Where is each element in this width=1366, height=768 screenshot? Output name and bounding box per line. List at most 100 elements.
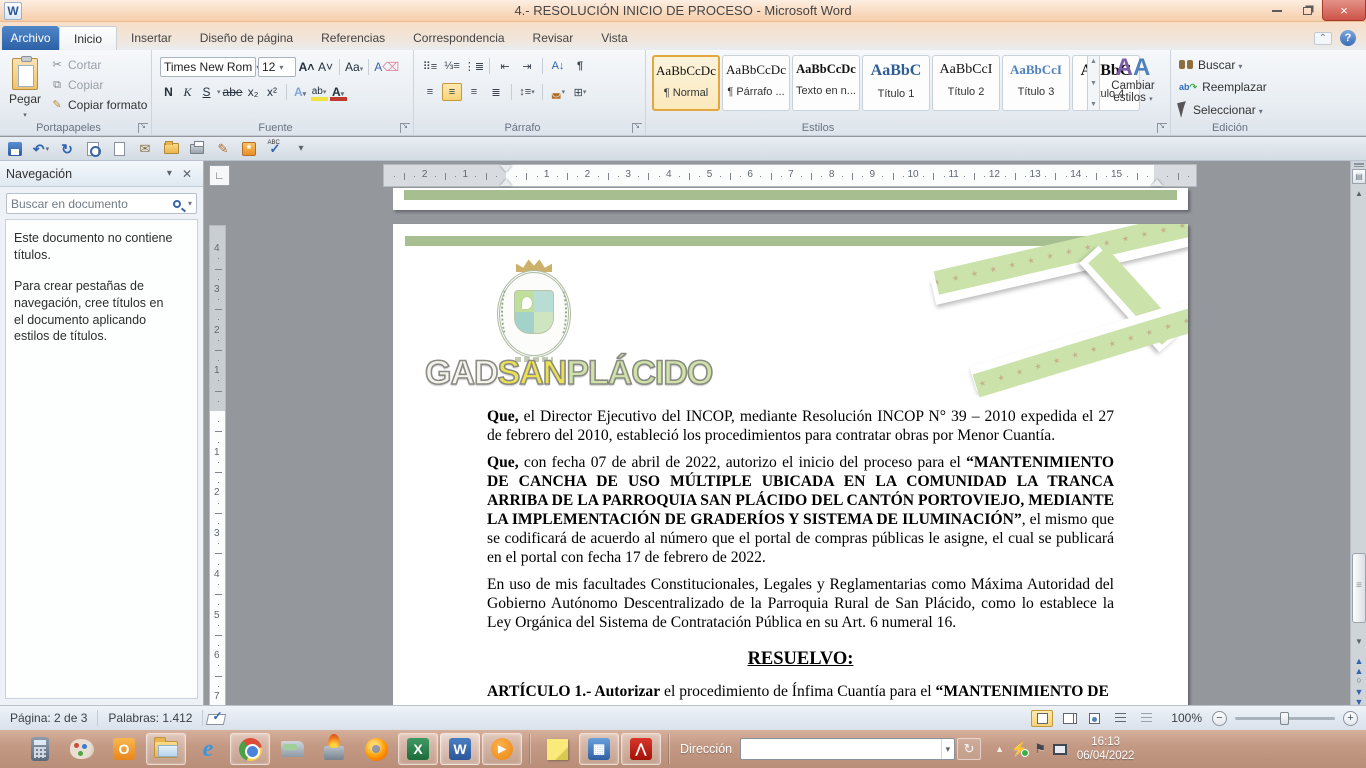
styles-gallery-scroll[interactable]: ▲▼▼ — [1087, 55, 1100, 111]
show-marks-button[interactable]: ¶ — [570, 57, 590, 75]
draft-view-button[interactable] — [1135, 710, 1157, 727]
style-titulo-3[interactable]: AaBbCcITítulo 3 — [1002, 55, 1070, 111]
new-document-button[interactable] — [110, 140, 128, 158]
mail-attachment-button[interactable]: ✉ — [136, 140, 154, 158]
print-layout-view-button[interactable] — [1031, 710, 1053, 727]
taskbar-scanner[interactable] — [272, 733, 312, 765]
print-preview-button[interactable] — [84, 140, 102, 158]
style-titulo-1[interactable]: AaBbCTítulo 1 — [862, 55, 930, 111]
split-handle[interactable] — [1354, 163, 1364, 167]
quick-print-button[interactable] — [188, 140, 206, 158]
taskbar-sticky-notes[interactable] — [537, 733, 577, 765]
borders-button[interactable]: ⊞▾ — [570, 83, 590, 101]
tab-inicio[interactable]: Inicio — [59, 26, 117, 50]
ruler-toggle-button[interactable]: ▤ — [1352, 169, 1366, 184]
redo-button[interactable]: ↻ — [58, 140, 76, 158]
taskbar-paint[interactable] — [62, 733, 102, 765]
shrink-font-button[interactable]: A˅ — [317, 58, 334, 76]
taskbar-word[interactable]: W — [440, 733, 480, 765]
bullets-button[interactable]: ⠿≡ — [420, 57, 440, 75]
first-line-indent-marker[interactable] — [500, 165, 512, 172]
underline-button[interactable]: S — [198, 83, 215, 101]
taskbar-outlook[interactable]: O — [104, 733, 144, 765]
align-right-button[interactable]: ≡ — [464, 83, 484, 101]
clear-formatting-button[interactable]: A⌫ — [374, 58, 399, 76]
usb-device-icon[interactable]: ⚡ — [1011, 741, 1027, 757]
taskbar-google-chrome[interactable] — [230, 733, 270, 765]
taskbar-firefox[interactable] — [356, 733, 396, 765]
subscript-button[interactable]: x₂ — [245, 83, 262, 101]
tab-referencias[interactable]: Referencias — [307, 26, 399, 50]
help-icon[interactable]: ? — [1340, 30, 1356, 46]
browse-object-button[interactable]: ○ — [1352, 675, 1366, 685]
action-center-flag-icon[interactable]: ⚑ — [1034, 741, 1046, 757]
grow-font-button[interactable]: A˄ — [298, 58, 315, 76]
font-color-button[interactable]: A▾ — [330, 83, 347, 101]
align-center-button[interactable]: ≡ — [442, 83, 462, 101]
superscript-button[interactable]: x² — [264, 83, 281, 101]
styles-dialog-launcher[interactable] — [1157, 123, 1167, 133]
bold-button[interactable]: N — [160, 83, 177, 101]
taskbar-clock[interactable]: 16:13 06/04/2022 — [1077, 735, 1141, 764]
zoom-level[interactable]: 100% — [1171, 711, 1202, 725]
numbering-button[interactable]: ⅓≡ — [442, 57, 462, 75]
style-titulo-2[interactable]: AaBbCcITítulo 2 — [932, 55, 1000, 111]
page-indicator[interactable]: Página: 2 de 3 — [0, 710, 98, 726]
style-normal[interactable]: AaBbCcDc¶ Normal — [652, 55, 720, 111]
tab-diseño-de-página[interactable]: Diseño de página — [186, 26, 307, 50]
align-left-button[interactable]: ≡ — [420, 83, 440, 101]
font-dialog-launcher[interactable] — [400, 123, 410, 133]
tab-revisar[interactable]: Revisar — [519, 26, 588, 50]
taskbar-internet-explorer[interactable]: e — [188, 733, 228, 765]
reading-view-button[interactable] — [1057, 710, 1079, 727]
document-text[interactable]: Que, el Director Ejecutivo del INCOP, me… — [487, 407, 1114, 705]
font-size-combo[interactable]: 12▾ — [258, 57, 296, 77]
format-painter-button[interactable]: ✎ Copiar formato — [50, 98, 147, 112]
scroll-up-icon[interactable]: ▲ — [1352, 187, 1366, 201]
search-options-icon[interactable]: ▾ — [188, 199, 192, 208]
navigation-pane-menu-icon[interactable]: ▾ — [162, 168, 177, 179]
select-button[interactable]: Seleccionar — [1179, 102, 1263, 117]
tray-expand-icon[interactable]: ▲ — [995, 744, 1004, 754]
tab-archivo[interactable]: Archivo — [2, 26, 59, 50]
zoom-in-button[interactable]: + — [1343, 711, 1358, 726]
multilevel-list-button[interactable]: ⋮≣ — [464, 57, 484, 75]
close-button[interactable]: × — [1322, 0, 1366, 21]
address-refresh-icon[interactable]: ↻ — [957, 738, 981, 760]
cut-button[interactable]: ✂ Cortar — [50, 58, 101, 72]
next-page-button[interactable]: ▼▼ — [1352, 687, 1366, 707]
tab-correspondencia[interactable]: Correspondencia — [399, 26, 518, 50]
edit-document-button[interactable]: ✎ — [214, 140, 232, 158]
strikethrough-button[interactable]: abe — [223, 83, 243, 101]
change-case-button[interactable]: Aa▾ — [345, 58, 363, 76]
previous-page-button[interactable]: ▲▲ — [1352, 656, 1366, 676]
word-count[interactable]: Palabras: 1.412 — [98, 710, 203, 726]
undo-button[interactable]: ↶▾ — [32, 140, 50, 158]
collapse-ribbon-icon[interactable]: ⌃ — [1314, 32, 1332, 45]
outline-view-button[interactable] — [1109, 710, 1131, 727]
scrollbar-thumb[interactable] — [1352, 553, 1366, 623]
clipboard-dialog-launcher[interactable] — [138, 123, 148, 133]
open-button[interactable] — [162, 140, 180, 158]
taskbar-calculator[interactable] — [20, 733, 60, 765]
paragraph-dialog-launcher[interactable] — [632, 123, 642, 133]
shading-button[interactable]: ◛▾ — [548, 83, 568, 101]
style-parrafo-de-lista[interactable]: AaBbCcDc¶ Párrafo ... — [722, 55, 790, 111]
web-layout-view-button[interactable] — [1083, 710, 1105, 727]
tab-vista[interactable]: Vista — [587, 26, 641, 50]
minimize-button[interactable] — [1262, 0, 1292, 21]
justify-button[interactable]: ≣ — [486, 83, 506, 101]
spelling-grammar-button[interactable]: ✓ — [266, 140, 284, 158]
stamp-button[interactable]: * — [240, 140, 258, 158]
tab-insertar[interactable]: Insertar — [117, 26, 186, 50]
hanging-indent-marker[interactable] — [500, 179, 512, 186]
decrease-indent-button[interactable]: ⇤ — [495, 57, 515, 75]
change-styles-button[interactable]: AA Cambiar estilos ▾ — [1104, 56, 1162, 104]
font-name-combo[interactable]: Times New Rom▾ — [160, 57, 256, 77]
text-effects-button[interactable]: A▾ — [292, 83, 309, 101]
search-input[interactable]: Buscar en documento ▾ — [6, 193, 197, 214]
tab-selector[interactable]: ∟ — [209, 165, 230, 186]
taskbar-excel[interactable]: X — [398, 733, 438, 765]
address-input[interactable]: ▾ — [740, 738, 955, 760]
taskbar-media-player[interactable]: ▶ — [482, 733, 522, 765]
